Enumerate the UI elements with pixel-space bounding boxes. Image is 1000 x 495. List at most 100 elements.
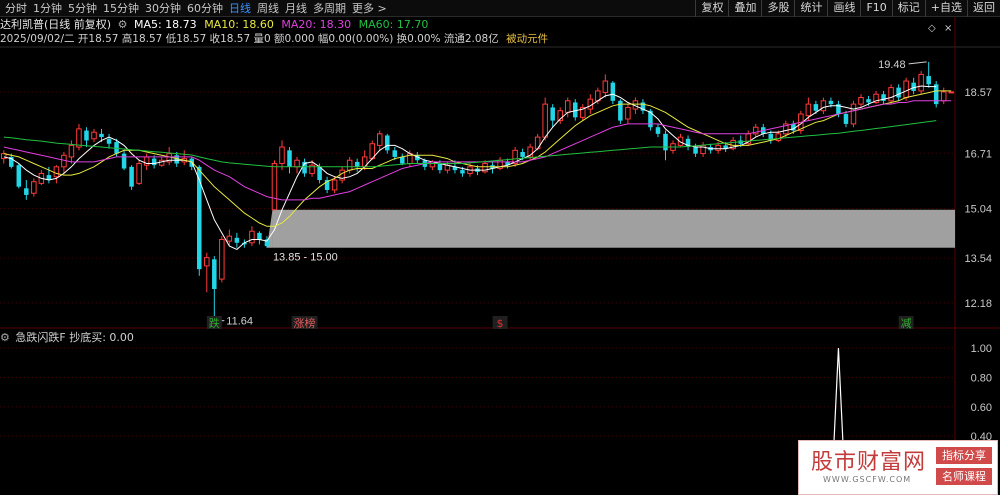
candle-body	[53, 166, 60, 178]
ma-line-ma60	[3, 120, 937, 168]
candle-body	[294, 159, 300, 168]
tool-button-5[interactable]: F10	[860, 0, 891, 17]
candle-body	[850, 103, 857, 125]
candle-body	[663, 133, 668, 151]
candle-body	[926, 76, 931, 85]
candle-body	[437, 163, 443, 171]
candles	[1, 61, 954, 321]
candle-body	[99, 133, 104, 138]
tool-button-2[interactable]: 多股	[761, 0, 794, 17]
tool-button-7[interactable]: +自选	[924, 0, 967, 17]
gap-rect	[272, 209, 955, 248]
tool-button-6[interactable]: 标记	[891, 0, 925, 17]
price-axis-label: 13.54	[964, 253, 992, 265]
event-marker: $	[497, 317, 504, 330]
candle-body	[948, 91, 954, 94]
indicator-axis: 1.000.800.600.40	[971, 343, 992, 443]
candle-body	[91, 131, 97, 140]
candle-body	[520, 151, 525, 157]
price-axis-label: 16.71	[964, 148, 992, 160]
diamond-icon: ◇	[928, 23, 936, 34]
candle-body	[550, 107, 555, 121]
tool-button-3[interactable]: 统计	[794, 0, 827, 17]
gap-zone	[266, 209, 955, 248]
watermark-url: WWW.GSCFW.COM	[823, 475, 912, 484]
ma5-label: MA5: 18.73	[133, 18, 197, 31]
ma10-label: MA10: 18.60	[204, 18, 274, 31]
candle-body	[655, 127, 661, 134]
tool-button-0[interactable]: 复权	[695, 0, 728, 17]
price-axis: 18.57 16.71 15.04 13.54 12.18	[964, 87, 992, 310]
candle-body	[136, 163, 142, 184]
candle-body	[866, 99, 871, 103]
candle-body	[625, 106, 631, 120]
candle-body	[715, 144, 721, 151]
candle-body	[385, 135, 390, 151]
candle-body	[24, 188, 29, 195]
watermark-tag-share: 指标分享	[936, 447, 992, 464]
candle-body	[843, 114, 849, 124]
period-tab-5[interactable]: 60分钟	[184, 0, 226, 17]
period-tab-10[interactable]: 更多 >	[349, 0, 390, 17]
ma60-label: MA60: 17.70	[358, 18, 429, 31]
watermark-logo: 股市财富网 WWW.GSCFW.COM 指标分享 名师课程	[798, 440, 998, 495]
candle-body	[888, 87, 894, 102]
toolbar: 分时 1分钟 5分钟 15分钟 30分钟 60分钟 日线 周线 月线 多周期 更多 > 复权 叠加 多股…	[0, 0, 1000, 17]
indicator-settings-icon[interactable]: ⚙	[0, 331, 10, 344]
period-tab-8[interactable]: 月线	[282, 0, 310, 17]
candle-body	[84, 130, 89, 141]
indicator-axis-label: 0.80	[971, 372, 992, 384]
tool-button-1[interactable]: 叠加	[728, 0, 761, 17]
close-icon: ×	[944, 23, 952, 34]
high-price-label: 19.48	[878, 59, 906, 71]
candle-body	[271, 163, 278, 211]
indicator-axis-label: 1.00	[971, 343, 992, 355]
candle-body	[68, 144, 75, 158]
period-tab-4[interactable]: 30分钟	[142, 0, 184, 17]
candle-body	[287, 150, 292, 167]
candle-body	[940, 91, 947, 102]
candle-body	[813, 104, 819, 111]
period-tab-3[interactable]: 15分钟	[100, 0, 142, 17]
settings-icon[interactable]: ⚙	[118, 18, 128, 31]
gap-range-label: 13.85 - 15.00	[273, 252, 338, 264]
period-tabs: 分时 1分钟 5分钟 15分钟 30分钟 60分钟 日线 周线 月线 多周期 更多 >	[2, 0, 390, 17]
watermark-main-text: 股市财富网	[811, 450, 927, 475]
kline-chart[interactable]: 18.57 16.71 15.04 13.54 12.18 11.64 19.48 13.8…	[0, 0, 1000, 495]
period-tab-7[interactable]: 周线	[254, 0, 282, 17]
period-tab-6[interactable]: 日线	[226, 0, 254, 17]
candle-body	[249, 230, 255, 244]
candle-body	[903, 80, 909, 99]
candle-body	[257, 232, 262, 240]
period-tab-9[interactable]: 多周期	[310, 0, 349, 17]
low-price-label: 11.64	[226, 316, 253, 328]
candle-body	[106, 138, 112, 144]
chart-tools: 复权 叠加 多股 统计 画线 F10 标记 +自选 返回	[695, 0, 1000, 17]
candle-body	[610, 82, 616, 101]
period-tab-2[interactable]: 5分钟	[65, 0, 100, 17]
candle-body	[76, 128, 82, 148]
candle-body	[279, 146, 285, 165]
candle-body	[828, 100, 834, 105]
candle-body	[805, 103, 812, 117]
sector-link[interactable]: 被动元件	[506, 33, 548, 45]
tool-button-4[interactable]: 画线	[827, 0, 860, 17]
candle-body	[820, 100, 827, 112]
watermark-tag-course: 名师课程	[936, 468, 992, 485]
price-axis-label: 18.57	[964, 87, 992, 99]
event-marker: 跌	[209, 316, 220, 330]
candle-body	[918, 73, 924, 92]
stock-info-row: 2025/09/02/二 开18.57 高18.57 低18.57 收18.57…	[0, 32, 548, 46]
candle-body	[354, 161, 360, 167]
stock-title[interactable]: 达利凯普(日线 前复权)	[0, 18, 111, 31]
tool-button-8[interactable]: 返回	[967, 0, 1000, 17]
candle-body	[204, 257, 210, 267]
period-tab-0[interactable]: 分时	[2, 0, 30, 17]
event-marker: 减	[901, 317, 912, 330]
candle-body	[234, 237, 240, 243]
period-tab-1[interactable]: 1分钟	[30, 0, 65, 17]
candle-body	[392, 150, 398, 157]
candle-body	[331, 179, 338, 191]
stock-info: 2025/09/02/二 开18.57 高18.57 低18.57 收18.57…	[0, 33, 499, 45]
candle-body	[151, 158, 157, 166]
